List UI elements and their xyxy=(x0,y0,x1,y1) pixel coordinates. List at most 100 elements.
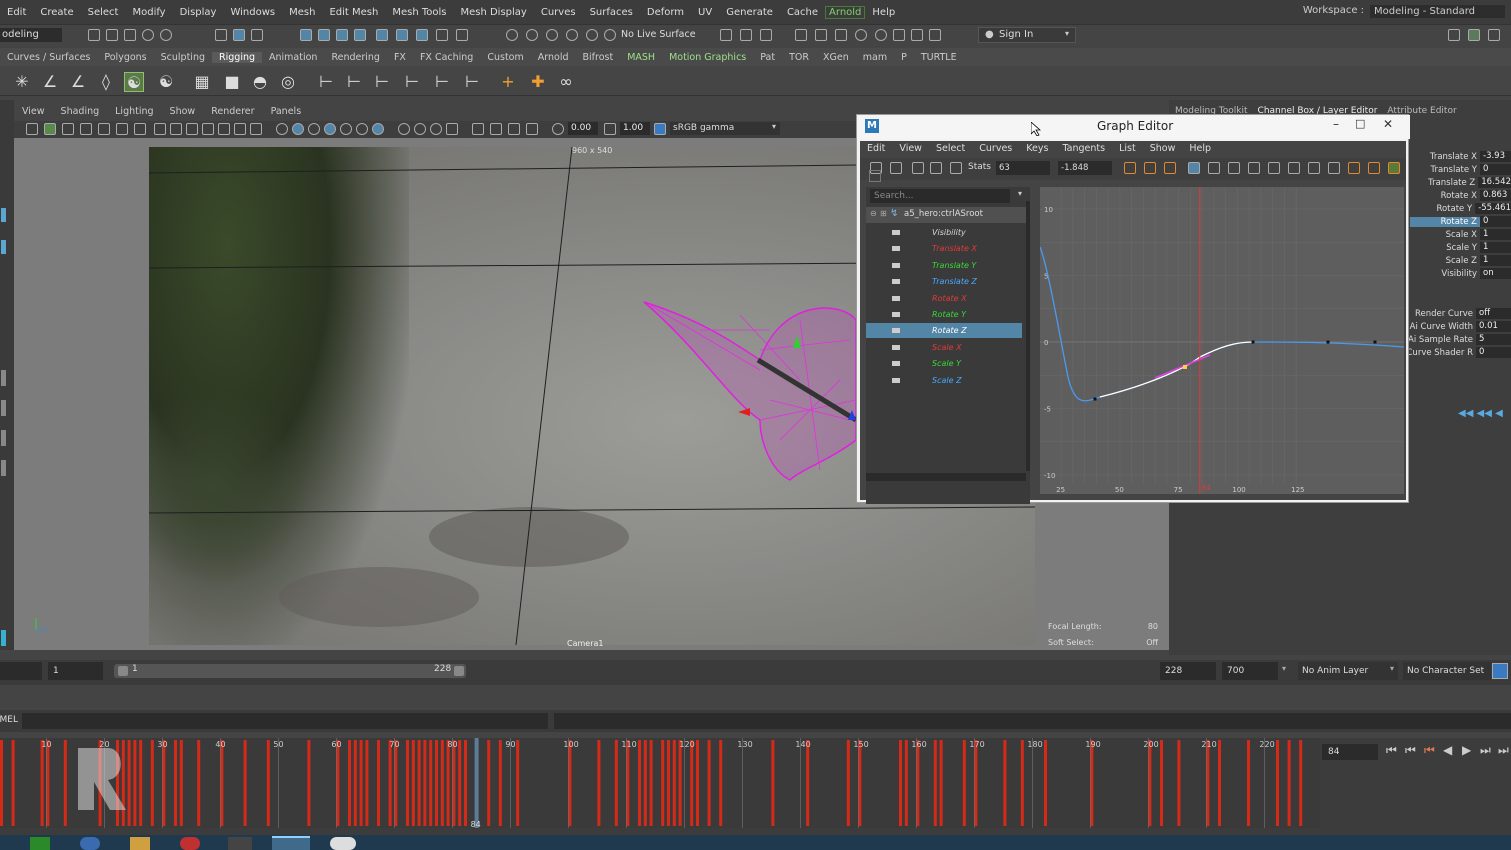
keyframe-tick[interactable] xyxy=(174,740,177,826)
keyframe-tick[interactable] xyxy=(388,740,392,826)
key-nav-icons[interactable]: ◀◀ ◀◀ ◀ xyxy=(1458,408,1503,419)
channel-label[interactable]: Visibility xyxy=(1410,269,1480,279)
chevron-down-icon[interactable]: ▾ xyxy=(1018,189,1022,198)
anim-start-field[interactable] xyxy=(0,662,42,680)
chrome-icon[interactable] xyxy=(180,837,200,850)
attribute-row[interactable]: Scale X xyxy=(866,340,1022,355)
graph-menu-tangents[interactable]: Tangents xyxy=(1055,141,1112,157)
dope-sheet-icon[interactable] xyxy=(1348,162,1360,174)
keyframe-tick[interactable] xyxy=(626,740,630,826)
channel-value[interactable]: 1 xyxy=(1480,229,1511,240)
anim-end-field[interactable]: 700 xyxy=(1222,662,1278,680)
keyframe-point[interactable] xyxy=(1373,340,1377,344)
keyframe-tick[interactable] xyxy=(417,740,421,826)
keyframe-tick[interactable] xyxy=(266,740,270,826)
range-slider-handle[interactable] xyxy=(118,666,128,676)
keyframe-tick[interactable] xyxy=(411,740,415,826)
keyframe-tick[interactable] xyxy=(1276,740,1279,826)
channel-row[interactable]: Translate Y0 xyxy=(1410,163,1511,176)
expand-icon[interactable]: ⊞ xyxy=(880,209,887,218)
keyframe-tick[interactable] xyxy=(46,740,50,826)
channel-value[interactable]: 0.863 xyxy=(1480,190,1511,201)
shape-attr-value[interactable]: 0 xyxy=(1476,347,1511,358)
keyframe-tick[interactable] xyxy=(406,740,409,826)
linear-tangent-icon[interactable] xyxy=(1248,162,1260,174)
attribute-row[interactable]: Scale Y xyxy=(866,356,1022,371)
graph-menu-help[interactable]: Help xyxy=(1182,141,1218,157)
keyframe-point[interactable] xyxy=(1326,340,1330,344)
keyframe-tick[interactable] xyxy=(1299,740,1303,826)
character-wireframe[interactable] xyxy=(643,301,858,481)
keyframe-tick[interactable] xyxy=(243,740,247,826)
collapse-icon[interactable]: ⊖ xyxy=(870,209,877,218)
channel-label[interactable]: Rotate X xyxy=(1410,191,1480,201)
shape-attr-label[interactable]: Ai Curve Width xyxy=(1406,322,1476,332)
play-forward-icon[interactable]: ▶ xyxy=(1462,743,1471,757)
keyframe-tick[interactable] xyxy=(487,740,491,826)
graph-menu-curves[interactable]: Curves xyxy=(972,141,1019,157)
insert-key-icon[interactable] xyxy=(890,162,902,174)
shape-attr-row[interactable]: Ai Sample Rate 5 xyxy=(1406,333,1511,346)
shape-attr-value[interactable]: 0.01 xyxy=(1476,321,1511,332)
attribute-row[interactable]: Rotate Z xyxy=(866,323,1022,339)
graph-menu-select[interactable]: Select xyxy=(929,141,972,157)
range-end-field[interactable]: 228 xyxy=(1160,662,1216,680)
keyframe-tick[interactable] xyxy=(643,740,647,826)
range-slider[interactable]: 1 228 xyxy=(114,664,466,678)
keyframe-tick[interactable] xyxy=(11,740,15,826)
keyframe-tick[interactable] xyxy=(806,740,810,826)
stats-value-field[interactable]: -1.848 xyxy=(1058,161,1112,175)
graph-editor-titlebar[interactable]: M Graph Editor – □ ✕ xyxy=(857,115,1410,139)
play-back-icon[interactable]: ◀ xyxy=(1443,743,1452,757)
keyframe-tick[interactable] xyxy=(377,740,380,826)
keyframe-tick[interactable] xyxy=(904,740,908,826)
keyframe-tick[interactable] xyxy=(150,740,154,826)
go-to-end-icon[interactable]: ⏭ xyxy=(1498,743,1509,758)
start-icon[interactable] xyxy=(30,837,50,850)
keyframe-tick[interactable] xyxy=(771,740,775,826)
keyframe-tick[interactable] xyxy=(63,740,67,826)
shape-attr-value[interactable]: 5 xyxy=(1476,334,1511,345)
channel-label[interactable]: Scale Z xyxy=(1410,256,1480,266)
keyframe-tick[interactable] xyxy=(1247,740,1250,826)
channel-label[interactable]: Translate Y xyxy=(1410,165,1480,175)
keyframe-tick[interactable] xyxy=(649,740,653,826)
animation-preferences-icon[interactable] xyxy=(1492,663,1508,679)
channel-row[interactable]: Scale Y1 xyxy=(1410,241,1511,254)
keyframe-tick[interactable] xyxy=(446,740,450,826)
keyframe-tick[interactable] xyxy=(464,740,467,826)
keyframe-point[interactable] xyxy=(1251,340,1255,344)
time-slider-track[interactable]: 10 20 30 40 50 60 70 80 90 100 110 120 130 140 150 160 1… xyxy=(0,738,1320,835)
keyframe-tick[interactable] xyxy=(197,740,201,826)
keyframe-tick[interactable] xyxy=(220,740,224,826)
graph-menu-list[interactable]: List xyxy=(1112,141,1143,157)
channel-value[interactable]: 1 xyxy=(1480,242,1511,253)
frame-playback-icon[interactable] xyxy=(1164,162,1176,174)
trax-icon[interactable] xyxy=(1368,162,1380,174)
flat-tangent-icon[interactable] xyxy=(1268,162,1280,174)
keyframe-tick[interactable] xyxy=(696,740,699,826)
stats-frame-field[interactable]: 63 xyxy=(996,161,1050,175)
keyframe-tick[interactable] xyxy=(1003,740,1007,826)
keyframe-tick[interactable] xyxy=(179,740,183,826)
outliner-search-input[interactable]: Search... xyxy=(870,189,1010,203)
keyframe-tick[interactable] xyxy=(1148,740,1152,826)
keyframe-tick[interactable] xyxy=(353,740,357,826)
keyframe-tick[interactable] xyxy=(974,740,978,826)
channel-row[interactable]: Translate X -3.93 xyxy=(1410,150,1511,163)
selected-keyframe[interactable] xyxy=(1183,365,1187,369)
keyframe-tick[interactable] xyxy=(933,740,937,826)
keyframe-tick[interactable] xyxy=(440,740,444,826)
mel-input[interactable] xyxy=(22,713,548,729)
move-x-arrow[interactable] xyxy=(738,408,750,416)
keyframe-tick[interactable] xyxy=(1160,740,1163,826)
step-tangent-icon[interactable] xyxy=(1288,162,1300,174)
keyframe-tick[interactable] xyxy=(1206,740,1210,826)
keyframe-tick[interactable] xyxy=(672,740,676,826)
step-back-frame-icon[interactable]: ⏮ xyxy=(1424,743,1435,758)
keyframe-tick[interactable] xyxy=(336,740,340,826)
graph-menu-keys[interactable]: Keys xyxy=(1019,141,1055,157)
attribute-row[interactable]: Translate X xyxy=(866,241,1022,256)
plateau-tangent-icon[interactable] xyxy=(1308,162,1320,174)
current-frame-marker[interactable] xyxy=(474,738,479,828)
